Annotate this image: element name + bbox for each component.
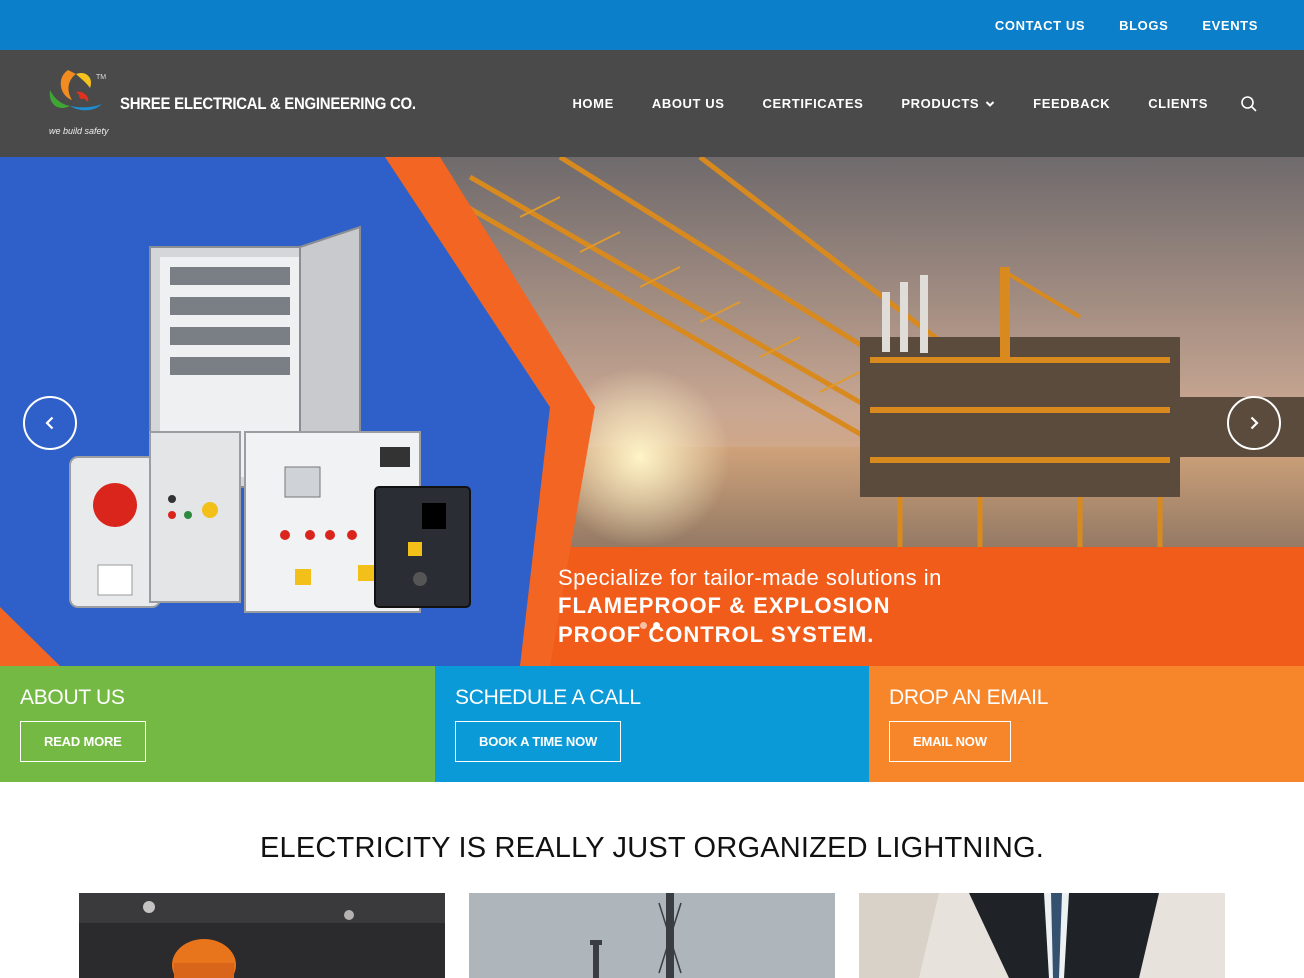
section-quote-heading: ELECTRICITY IS REALLY JUST ORGANIZED LIG…: [260, 832, 1044, 864]
hero-caption-line2: FLAMEPROOF & EXPLOSION: [558, 593, 891, 618]
contact-us-link[interactable]: CONTACT US: [995, 18, 1085, 33]
search-icon[interactable]: [1240, 95, 1258, 113]
nav-feedback[interactable]: FEEDBACK: [1033, 96, 1110, 111]
cta-drop-email-title: DROP AN EMAIL: [889, 686, 1049, 709]
main-nav: HOME ABOUT US CERTIFICATES PRODUCTS FEED…: [572, 50, 1258, 157]
book-a-time-button[interactable]: BOOK A TIME NOW: [455, 721, 622, 762]
logo-emblem-icon: [49, 70, 102, 111]
cta-drop-email: DROP AN EMAIL EMAIL NOW: [869, 666, 1304, 782]
main-header: TM SHREE ELECTRICAL & ENGINEERING CO. we…: [0, 50, 1304, 157]
logo-company-name: SHREE ELECTRICAL & ENGINEERING CO.: [120, 94, 416, 113]
email-now-button[interactable]: EMAIL NOW: [889, 721, 1011, 762]
cta-schedule-call: SCHEDULE A CALL BOOK A TIME NOW: [435, 666, 870, 782]
hero-slider: Specialize for tailor-made solutions in …: [0, 157, 1304, 666]
chevron-left-icon: [45, 416, 54, 430]
logo-tagline: we build safety: [49, 126, 109, 136]
cta-schedule-call-title: SCHEDULE A CALL: [455, 686, 641, 709]
logo-trademark: TM: [96, 74, 107, 81]
cta-about-us: ABOUT US READ MORE: [0, 666, 435, 782]
cta-about-us-title: ABOUT US: [20, 686, 125, 709]
chevron-down-icon: [985, 100, 995, 107]
nav-products-label: PRODUCTS: [901, 96, 980, 111]
blogs-link[interactable]: BLOGS: [1119, 18, 1168, 33]
hero-caption-line1: Specialize for tailor-made solutions in: [558, 565, 942, 590]
events-link[interactable]: EVENTS: [1202, 18, 1258, 33]
nav-products[interactable]: PRODUCTS: [901, 96, 995, 111]
slider-dot-1[interactable]: [640, 622, 647, 629]
nav-certificates[interactable]: CERTIFICATES: [763, 96, 864, 111]
nav-clients[interactable]: CLIENTS: [1148, 96, 1208, 111]
slider-dot-2[interactable]: [653, 622, 660, 629]
nav-about-us[interactable]: ABOUT US: [652, 96, 725, 111]
slider-dots: [640, 622, 660, 629]
slider-prev-button[interactable]: [23, 396, 77, 450]
feature-image-worker[interactable]: [79, 893, 445, 978]
chevron-right-icon: [1250, 416, 1259, 430]
hero-caption-line3: PROOF CONTROL SYSTEM.: [558, 622, 875, 647]
hero-caption: Specialize for tailor-made solutions in …: [558, 565, 942, 649]
top-links: CONTACT US BLOGS EVENTS: [995, 0, 1258, 50]
nav-home[interactable]: HOME: [572, 96, 613, 111]
feature-image-business[interactable]: [859, 893, 1225, 978]
logo[interactable]: TM SHREE ELECTRICAL & ENGINEERING CO. we…: [46, 68, 416, 140]
feature-image-rig[interactable]: [469, 893, 835, 978]
top-bar: CONTACT US BLOGS EVENTS: [0, 0, 1304, 50]
slider-next-button[interactable]: [1227, 396, 1281, 450]
read-more-button[interactable]: READ MORE: [20, 721, 146, 762]
